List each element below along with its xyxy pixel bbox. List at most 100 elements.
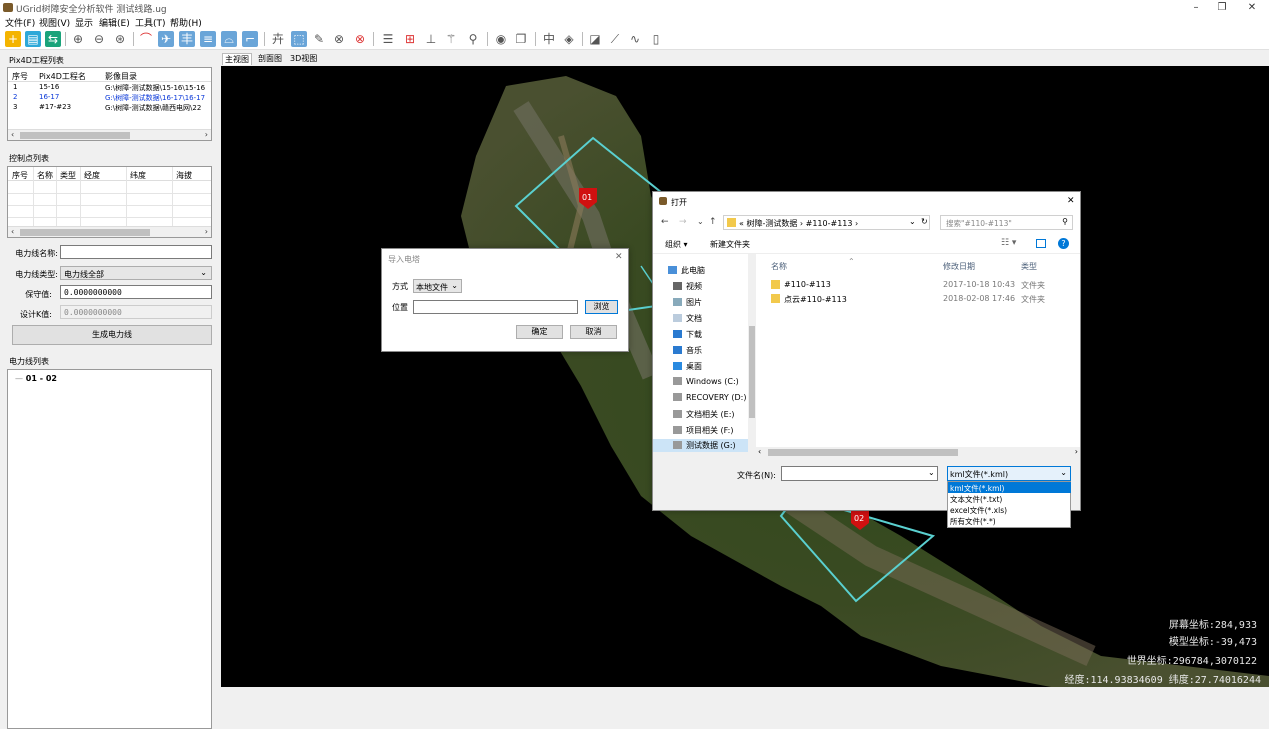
zoom-out-icon[interactable]: ⊖ <box>91 31 107 47</box>
navigation-pane[interactable]: 此电脑 视频 图片 文档 下载 音乐 桌面 Windows (C:) RECOV… <box>653 254 756 452</box>
add-tower-icon[interactable]: ⊞ <box>402 31 418 47</box>
column-name[interactable]: 名称 <box>771 261 787 272</box>
nav-drive-d[interactable]: RECOVERY (D:) <box>673 393 746 402</box>
nav-drive-f[interactable]: 项目相关 (F:) <box>673 425 733 436</box>
close-icon[interactable]: ✕ <box>1067 196 1075 206</box>
save-icon[interactable]: ▤ <box>25 31 41 47</box>
ok-button[interactable]: 确定 <box>516 325 563 339</box>
layers-icon[interactable]: ◈ <box>561 31 577 47</box>
design-k-input[interactable]: 0.0000000000 <box>60 305 212 319</box>
pix4d-table[interactable]: 序号 Pix4D工程名 影像目录 1 15-16 G:\树障-测试数据\15-1… <box>7 67 212 141</box>
line-draw-icon[interactable]: ⌒ <box>138 31 154 47</box>
back-arrow-icon[interactable]: ← <box>661 217 669 227</box>
chevron-down-icon[interactable]: ⌄ <box>928 468 935 477</box>
tower-icon[interactable]: ⊥ <box>423 31 439 47</box>
browse-button[interactable]: 浏览 <box>585 300 618 314</box>
eye-icon[interactable]: ◉ <box>493 31 509 47</box>
filter-option-kml[interactable]: kml文件(*.kml) <box>948 482 1071 493</box>
pix4d-scrollbar[interactable]: ‹ › <box>8 129 211 140</box>
refresh-icon[interactable]: ↻ <box>921 217 928 226</box>
file-list[interactable]: 名称 ⌃ 修改日期 类型 #110-#113 2017-10-18 10:43 … <box>756 254 1080 452</box>
forward-arrow-icon[interactable]: → <box>679 217 687 227</box>
control-point-scrollbar[interactable]: ‹ › <box>8 226 211 237</box>
location-input[interactable] <box>413 300 578 314</box>
line-tree[interactable]: — 01 - 02 <box>7 369 212 729</box>
help-icon[interactable]: ? <box>1058 238 1069 249</box>
delete-icon[interactable]: ⊗ <box>352 31 368 47</box>
path-icon[interactable]: ∿ <box>627 31 643 47</box>
tree-icon[interactable]: 卉 <box>270 31 286 47</box>
split-icon[interactable]: 中 <box>541 31 557 47</box>
nav-drive-g[interactable]: 测试数据 (G:) <box>653 439 748 452</box>
list-item[interactable]: 点云#110-#113 2018-02-08 17:46 文件夹 <box>771 293 1071 305</box>
list-item[interactable]: #110-#113 2017-10-18 10:43 文件夹 <box>771 279 1071 291</box>
file-type-dropdown: kml文件(*.kml) 文本文件(*.txt) excel文件(*.xls) … <box>947 481 1071 528</box>
control-point-table[interactable]: 序号 名称 类型 经度 纬度 海拔 ‹ › <box>7 166 212 238</box>
nav-downloads[interactable]: 下载 <box>673 329 702 340</box>
nav-scrollbar[interactable] <box>748 254 756 452</box>
nav-drive-c[interactable]: Windows (C:) <box>673 377 739 386</box>
zoom-fit-icon[interactable]: ⊛ <box>112 31 128 47</box>
file-type-select[interactable]: kml文件(*.kml) ⌄ <box>947 466 1071 481</box>
generate-line-button[interactable]: 生成电力线 <box>12 325 212 345</box>
document-icon[interactable]: ▯ <box>648 31 664 47</box>
address-bar[interactable]: « 树障-测试数据 › #110-#113 › ⌄ ↻ <box>723 215 930 230</box>
edit-icon[interactable]: ◪ <box>587 31 603 47</box>
line-name-input[interactable] <box>60 245 212 259</box>
filter-option-txt[interactable]: 文本文件(*.txt) <box>948 493 1071 504</box>
export-icon[interactable]: ⇆ <box>45 31 61 47</box>
tab-3d-view[interactable]: 3D视图 <box>288 53 319 64</box>
select-icon[interactable]: ⬚ <box>291 31 307 47</box>
antenna-icon[interactable]: ⚚ <box>443 31 459 47</box>
nav-music[interactable]: 音乐 <box>673 345 702 356</box>
new-project-icon[interactable]: + <box>5 31 21 47</box>
zoom-in-icon[interactable]: ⊕ <box>70 31 86 47</box>
file-list-scrollbar[interactable]: ‹ › <box>756 447 1080 458</box>
preview-pane-icon[interactable] <box>1036 239 1046 248</box>
nav-desktop[interactable]: 桌面 <box>673 361 702 372</box>
filter-icon[interactable]: ⚲ <box>465 31 481 47</box>
tower-tool-icon[interactable]: 丰 <box>179 31 195 47</box>
cross-arm-icon[interactable]: ≡ <box>200 31 216 47</box>
filter-option-xls[interactable]: excel文件(*.xls) <box>948 504 1071 515</box>
column-date[interactable]: 修改日期 <box>943 261 975 272</box>
keep-value-input[interactable]: 0.0000000000 <box>60 285 212 299</box>
chevron-down-icon[interactable]: ⌄ <box>697 217 704 226</box>
minimize-button[interactable]: – <box>1183 0 1209 15</box>
tab-main-view[interactable]: 主视图 <box>222 53 252 65</box>
filename-input[interactable] <box>781 466 938 481</box>
tower-label-02: 02 <box>854 514 864 523</box>
nav-pictures[interactable]: 图片 <box>673 297 702 308</box>
close-button[interactable]: ✕ <box>1239 0 1265 15</box>
wire-icon[interactable]: ⌓ <box>221 31 237 47</box>
report-icon[interactable]: ☰ <box>380 31 396 47</box>
table-row[interactable]: 2 16-17 G:\树障-测试数据\16-17\16-17 <box>8 93 211 103</box>
table-row[interactable]: 3 #17-#23 G:\树障-测试数据\赣西电网\22 <box>8 103 211 113</box>
up-arrow-icon[interactable]: ↑ <box>709 217 717 227</box>
import-tower-dialog: 导入电塔 ✕ 方式 本地文件 ⌄ 位置 浏览 确定 取消 <box>381 248 629 352</box>
tree-item[interactable]: — 01 - 02 <box>15 374 57 383</box>
nav-videos[interactable]: 视频 <box>673 281 702 292</box>
filter-option-all[interactable]: 所有文件(*.*) <box>948 515 1071 526</box>
close-icon[interactable]: ✕ <box>615 252 623 262</box>
maximize-button[interactable]: ❐ <box>1209 0 1235 15</box>
nav-this-pc[interactable]: 此电脑 <box>668 265 705 276</box>
view-options-icon[interactable]: ☷ ▾ <box>1001 238 1016 248</box>
method-select[interactable]: 本地文件 ⌄ <box>413 279 462 293</box>
wrench-icon[interactable]: ✎ <box>311 31 327 47</box>
search-input[interactable]: 搜索"#110-#113" ⚲ <box>940 215 1073 230</box>
nav-drive-e[interactable]: 文档相关 (E:) <box>673 409 735 420</box>
window-icon[interactable]: ❐ <box>513 31 529 47</box>
new-folder-button[interactable]: 新建文件夹 <box>710 239 750 250</box>
ruler-icon[interactable]: ⟋ <box>607 31 623 47</box>
aircraft-icon[interactable]: ✈ <box>158 31 174 47</box>
cancel-button[interactable]: 取消 <box>570 325 617 339</box>
table-row[interactable]: 1 15-16 G:\树障-测试数据\15-16\15-16 <box>8 83 211 93</box>
target-icon[interactable]: ⊗ <box>331 31 347 47</box>
line-type-select[interactable]: 电力线全部 ⌄ <box>60 266 212 280</box>
nav-documents[interactable]: 文档 <box>673 313 702 324</box>
span-icon[interactable]: ⌐ <box>242 31 258 47</box>
organize-button[interactable]: 组织 ▾ <box>665 239 688 250</box>
tab-section-view[interactable]: 剖面图 <box>256 53 284 64</box>
column-type[interactable]: 类型 <box>1021 261 1037 272</box>
